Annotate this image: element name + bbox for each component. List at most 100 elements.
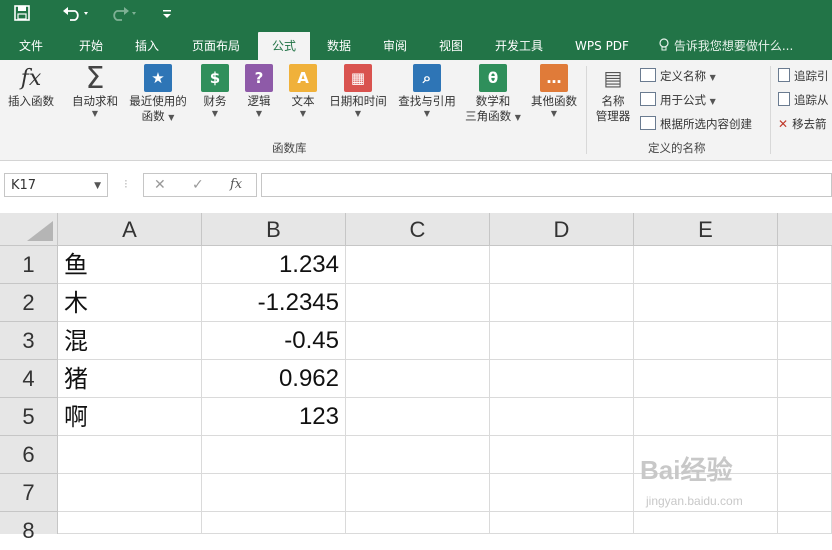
tab-data[interactable]: 数据 <box>316 32 362 60</box>
row-header-5[interactable]: 5 <box>0 398 58 436</box>
lookup-button[interactable]: ⌕ 查找与引用 ▼ <box>394 64 460 118</box>
tab-file[interactable]: 文件 <box>8 32 54 60</box>
logical-button[interactable]: ? 逻辑 ▼ <box>240 64 278 118</box>
name-box[interactable]: K17 ▼ <box>4 173 108 197</box>
cell-e1[interactable] <box>634 246 778 284</box>
cell-a2[interactable]: 木 <box>58 284 202 322</box>
cell-e4[interactable] <box>634 360 778 398</box>
enter-icon[interactable]: ✓ <box>192 177 204 193</box>
insert-function-button[interactable]: fx 插入函数 <box>4 64 58 109</box>
column-header-a[interactable]: A <box>58 213 202 246</box>
cell-c5[interactable] <box>346 398 490 436</box>
cell-b4[interactable]: 0.962 <box>202 360 346 398</box>
tab-insert[interactable]: 插入 <box>122 32 172 60</box>
cell-b6[interactable] <box>202 436 346 474</box>
column-header-e[interactable]: E <box>634 213 778 246</box>
row-header-4[interactable]: 4 <box>0 360 58 398</box>
tab-developer[interactable]: 开发工具 <box>484 32 554 60</box>
redo-icon[interactable] <box>110 5 140 27</box>
financial-button[interactable]: $ 财务 ▼ <box>196 64 234 118</box>
cell-c1[interactable] <box>346 246 490 284</box>
use-in-formula-button[interactable]: 用于公式 ▼ <box>640 92 716 108</box>
cell-b2[interactable]: -1.2345 <box>202 284 346 322</box>
cell-a4[interactable]: 猪 <box>58 360 202 398</box>
undo-icon[interactable] <box>62 5 92 27</box>
row-header-3[interactable]: 3 <box>0 322 58 360</box>
define-name-button[interactable]: 定义名称 ▼ <box>640 68 716 84</box>
formula-input[interactable] <box>261 173 832 197</box>
cell-e2[interactable] <box>634 284 778 322</box>
cancel-icon[interactable]: ✕ <box>154 177 166 193</box>
create-from-selection-button[interactable]: 根据所选内容创建 <box>640 116 752 132</box>
cell-e8[interactable] <box>634 512 778 534</box>
tab-page-layout[interactable]: 页面布局 <box>182 32 250 60</box>
column-header-f[interactable] <box>778 213 832 246</box>
name-manager-button[interactable]: ▤ 名称 管理器 <box>592 64 634 124</box>
cell-e3[interactable] <box>634 322 778 360</box>
row-header-1[interactable]: 1 <box>0 246 58 284</box>
column-header-d[interactable]: D <box>490 213 634 246</box>
cell-f6[interactable] <box>778 436 832 474</box>
cell-b7[interactable] <box>202 474 346 512</box>
cell-b1[interactable]: 1.234 <box>202 246 346 284</box>
cell-d8[interactable] <box>490 512 634 534</box>
cell-a7[interactable] <box>58 474 202 512</box>
cell-f4[interactable] <box>778 360 832 398</box>
column-header-c[interactable]: C <box>346 213 490 246</box>
autosum-button[interactable]: Σ 自动求和 ▼ <box>66 61 124 119</box>
cell-c7[interactable] <box>346 474 490 512</box>
tab-formulas[interactable]: 公式 <box>258 32 310 60</box>
cell-a8[interactable] <box>58 512 202 534</box>
cell-c8[interactable] <box>346 512 490 534</box>
row-header-8[interactable]: 8 <box>0 512 58 543</box>
customize-icon[interactable] <box>162 5 172 27</box>
cell-c3[interactable] <box>346 322 490 360</box>
row-header-6[interactable]: 6 <box>0 436 58 474</box>
select-all-button[interactable] <box>0 213 58 246</box>
tab-wps-pdf[interactable]: WPS PDF <box>566 32 638 60</box>
cell-c6[interactable] <box>346 436 490 474</box>
math-trig-button[interactable]: θ 数学和 三角函数 ▼ <box>462 64 524 125</box>
trace-precedents-button[interactable]: 追踪引 <box>778 68 829 84</box>
cell-c4[interactable] <box>346 360 490 398</box>
column-header-b[interactable]: B <box>202 213 346 246</box>
cell-d3[interactable] <box>490 322 634 360</box>
row-header-2[interactable]: 2 <box>0 284 58 322</box>
cell-f5[interactable] <box>778 398 832 436</box>
cell-d1[interactable] <box>490 246 634 284</box>
tab-home[interactable]: 开始 <box>66 32 116 60</box>
cell-d7[interactable] <box>490 474 634 512</box>
drag-handle-icon[interactable]: ⁝ <box>124 177 128 191</box>
cell-f2[interactable] <box>778 284 832 322</box>
cell-f8[interactable] <box>778 512 832 534</box>
cell-b3[interactable]: -0.45 <box>202 322 346 360</box>
recent-functions-button[interactable]: ★ 最近使用的 函数 ▼ <box>126 64 190 125</box>
remove-arrows-icon: ✕ <box>778 117 789 131</box>
trace-dependents-button[interactable]: 追踪从 <box>778 92 829 108</box>
cell-d2[interactable] <box>490 284 634 322</box>
cell-a5[interactable]: 啊 <box>58 398 202 436</box>
cell-f3[interactable] <box>778 322 832 360</box>
cell-e5[interactable] <box>634 398 778 436</box>
cell-f1[interactable] <box>778 246 832 284</box>
cell-a6[interactable] <box>58 436 202 474</box>
cell-b8[interactable] <box>202 512 346 534</box>
cell-d6[interactable] <box>490 436 634 474</box>
tab-view[interactable]: 视图 <box>428 32 474 60</box>
datetime-button[interactable]: ▦ 日期和时间 ▼ <box>326 64 390 118</box>
tab-review[interactable]: 审阅 <box>372 32 418 60</box>
more-functions-button[interactable]: … 其他函数 ▼ <box>526 64 582 118</box>
cell-a1[interactable]: 鱼 <box>58 246 202 284</box>
save-icon[interactable] <box>14 5 30 27</box>
cell-b5[interactable]: 123 <box>202 398 346 436</box>
text-button[interactable]: A 文本 ▼ <box>284 64 322 118</box>
fx-icon[interactable]: fx <box>230 177 242 192</box>
row-header-7[interactable]: 7 <box>0 474 58 512</box>
cell-a3[interactable]: 混 <box>58 322 202 360</box>
remove-arrows-button[interactable]: ✕ 移去箭 <box>778 116 827 132</box>
cell-d5[interactable] <box>490 398 634 436</box>
cell-f7[interactable] <box>778 474 832 512</box>
tell-me-box[interactable]: 告诉我您想要做什么... <box>658 32 793 60</box>
cell-c2[interactable] <box>346 284 490 322</box>
cell-d4[interactable] <box>490 360 634 398</box>
